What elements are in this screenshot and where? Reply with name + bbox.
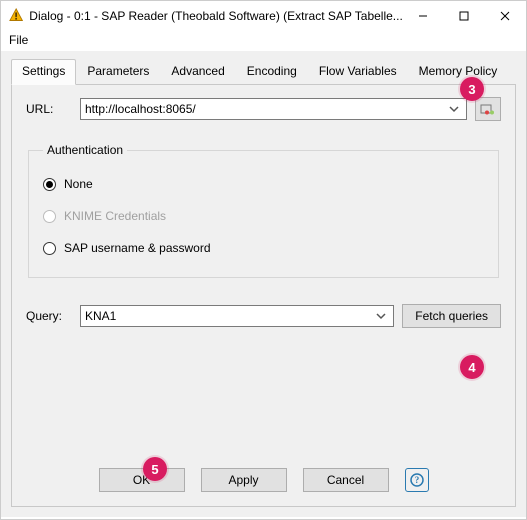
minimize-button[interactable] [403,1,444,31]
auth-sap-label: SAP username & password [64,241,211,255]
authentication-group: Authentication None KNIME Credentials SA… [28,143,499,278]
tab-memory-policy[interactable]: Memory Policy [408,59,509,84]
url-combo[interactable]: http://localhost:8065/ [80,98,467,120]
url-row: URL: http://localhost:8065/ [26,97,501,121]
auth-option-none[interactable]: None [43,177,484,191]
authentication-legend: Authentication [43,143,127,157]
settings-panel: URL: http://localhost:8065/ Authenticati… [11,85,516,507]
tab-advanced[interactable]: Advanced [160,59,235,84]
auth-none-label: None [64,177,93,191]
dialog-footer: OK Apply Cancel ? [26,456,501,492]
auth-option-sap[interactable]: SAP username & password [43,241,484,255]
radio-icon [43,242,56,255]
cancel-button[interactable]: Cancel [303,468,389,492]
titlebar: Dialog - 0:1 - SAP Reader (Theobald Soft… [1,1,526,31]
url-label: URL: [26,102,72,116]
svg-text:?: ? [414,475,419,485]
query-label: Query: [26,309,72,323]
query-value: KNA1 [85,309,373,323]
callout-3: 3 [460,77,484,101]
tab-encoding[interactable]: Encoding [236,59,308,84]
apply-button[interactable]: Apply [201,468,287,492]
auth-option-knime: KNIME Credentials [43,209,484,223]
fetch-queries-button[interactable]: Fetch queries [402,304,501,328]
app-icon [9,8,23,24]
chevron-down-icon [373,311,389,321]
query-row: Query: KNA1 Fetch queries [26,304,501,328]
query-combo[interactable]: KNA1 [80,305,394,327]
tab-parameters[interactable]: Parameters [76,59,160,84]
callout-4: 4 [460,355,484,379]
chevron-down-icon [446,104,462,114]
radio-icon [43,178,56,191]
window-title: Dialog - 0:1 - SAP Reader (Theobald Soft… [29,9,403,23]
help-button[interactable]: ? [405,468,429,492]
ok-button[interactable]: OK [99,468,185,492]
tab-flow-variables[interactable]: Flow Variables [308,59,408,84]
callout-5: 5 [143,457,167,481]
radio-icon [43,210,56,223]
url-value: http://localhost:8065/ [85,102,446,116]
browse-url-button[interactable] [475,97,501,121]
close-button[interactable] [485,1,526,31]
content-area: Settings Parameters Advanced Encoding Fl… [1,51,526,517]
tabstrip: Settings Parameters Advanced Encoding Fl… [11,59,516,85]
auth-knime-label: KNIME Credentials [64,209,166,223]
tab-settings[interactable]: Settings [11,59,76,85]
menubar: File [1,31,526,51]
menu-file[interactable]: File [9,33,28,47]
maximize-button[interactable] [444,1,485,31]
